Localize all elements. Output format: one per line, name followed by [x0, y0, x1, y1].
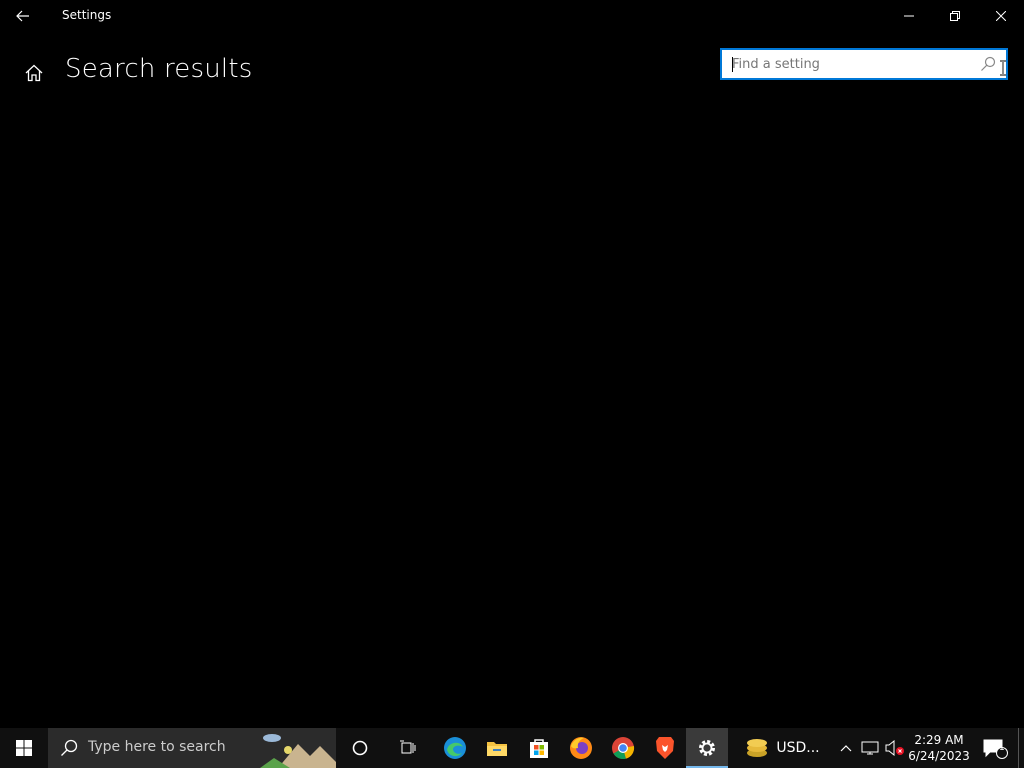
close-icon [996, 11, 1006, 21]
chrome-button[interactable] [602, 728, 644, 768]
taskbar-search-placeholder: Type here to search [88, 739, 226, 755]
usd-app-label: USD... [776, 740, 820, 756]
clock[interactable]: 2:29 AM 6/24/2023 [908, 728, 970, 768]
taskbar: Type here to search USD... 2:29 AM 6/24/… [0, 728, 1024, 768]
clock-date: 6/24/2023 [908, 749, 970, 763]
firefox-icon [570, 737, 592, 759]
home-icon [25, 64, 43, 82]
settings-app-button[interactable] [686, 728, 728, 768]
window-title: Settings [62, 8, 112, 22]
gear-icon [699, 740, 715, 756]
windows-logo-icon [16, 740, 32, 756]
edge-app-button[interactable] [434, 728, 476, 768]
brave-lion-icon [656, 737, 674, 759]
clock-time: 2:29 AM [914, 733, 964, 747]
home-button[interactable] [18, 58, 50, 88]
restore-button[interactable] [932, 0, 978, 32]
find-setting-search-box[interactable] [720, 48, 1008, 80]
network-button[interactable] [860, 728, 880, 768]
search-icon [61, 739, 78, 756]
minimize-button[interactable] [886, 0, 932, 32]
usd-app-button[interactable]: USD... [736, 728, 828, 768]
speaker-muted-icon [885, 740, 904, 756]
close-button[interactable] [978, 0, 1024, 32]
task-view-icon [400, 740, 416, 754]
title-bar: Settings [0, 0, 1024, 32]
search-input[interactable] [732, 50, 972, 78]
restore-icon [950, 11, 960, 21]
store-icon [530, 739, 548, 758]
task-view-button[interactable] [386, 728, 430, 768]
chrome-icon [612, 737, 635, 760]
action-center-button[interactable]: 1 [978, 728, 1012, 768]
notification-count: 1 [999, 743, 1005, 753]
microsoft-store-button[interactable] [518, 728, 560, 768]
brave-button[interactable] [644, 728, 686, 768]
coin-stack-icon [747, 739, 768, 757]
text-cursor-icon [1000, 60, 1006, 76]
search-icon[interactable] [980, 56, 996, 72]
show-hidden-icons-button[interactable] [836, 728, 856, 768]
folder-icon [487, 742, 507, 756]
page-title: Search results [65, 54, 253, 84]
chevron-up-icon [840, 745, 852, 752]
volume-button[interactable] [884, 728, 906, 768]
edge-icon [444, 737, 466, 759]
search-highlight-illustration [260, 734, 336, 768]
back-button[interactable] [0, 0, 46, 32]
arrow-left-icon [16, 10, 29, 22]
firefox-button[interactable] [560, 728, 602, 768]
taskbar-search-box[interactable]: Type here to search [48, 728, 336, 768]
minimize-icon [904, 15, 914, 17]
text-caret [732, 57, 733, 72]
cortana-button[interactable] [338, 728, 382, 768]
cortana-circle-icon [352, 740, 368, 756]
start-button[interactable] [0, 728, 48, 768]
show-desktop-button[interactable] [1018, 728, 1024, 768]
network-icon [861, 741, 879, 755]
file-explorer-button[interactable] [476, 728, 518, 768]
